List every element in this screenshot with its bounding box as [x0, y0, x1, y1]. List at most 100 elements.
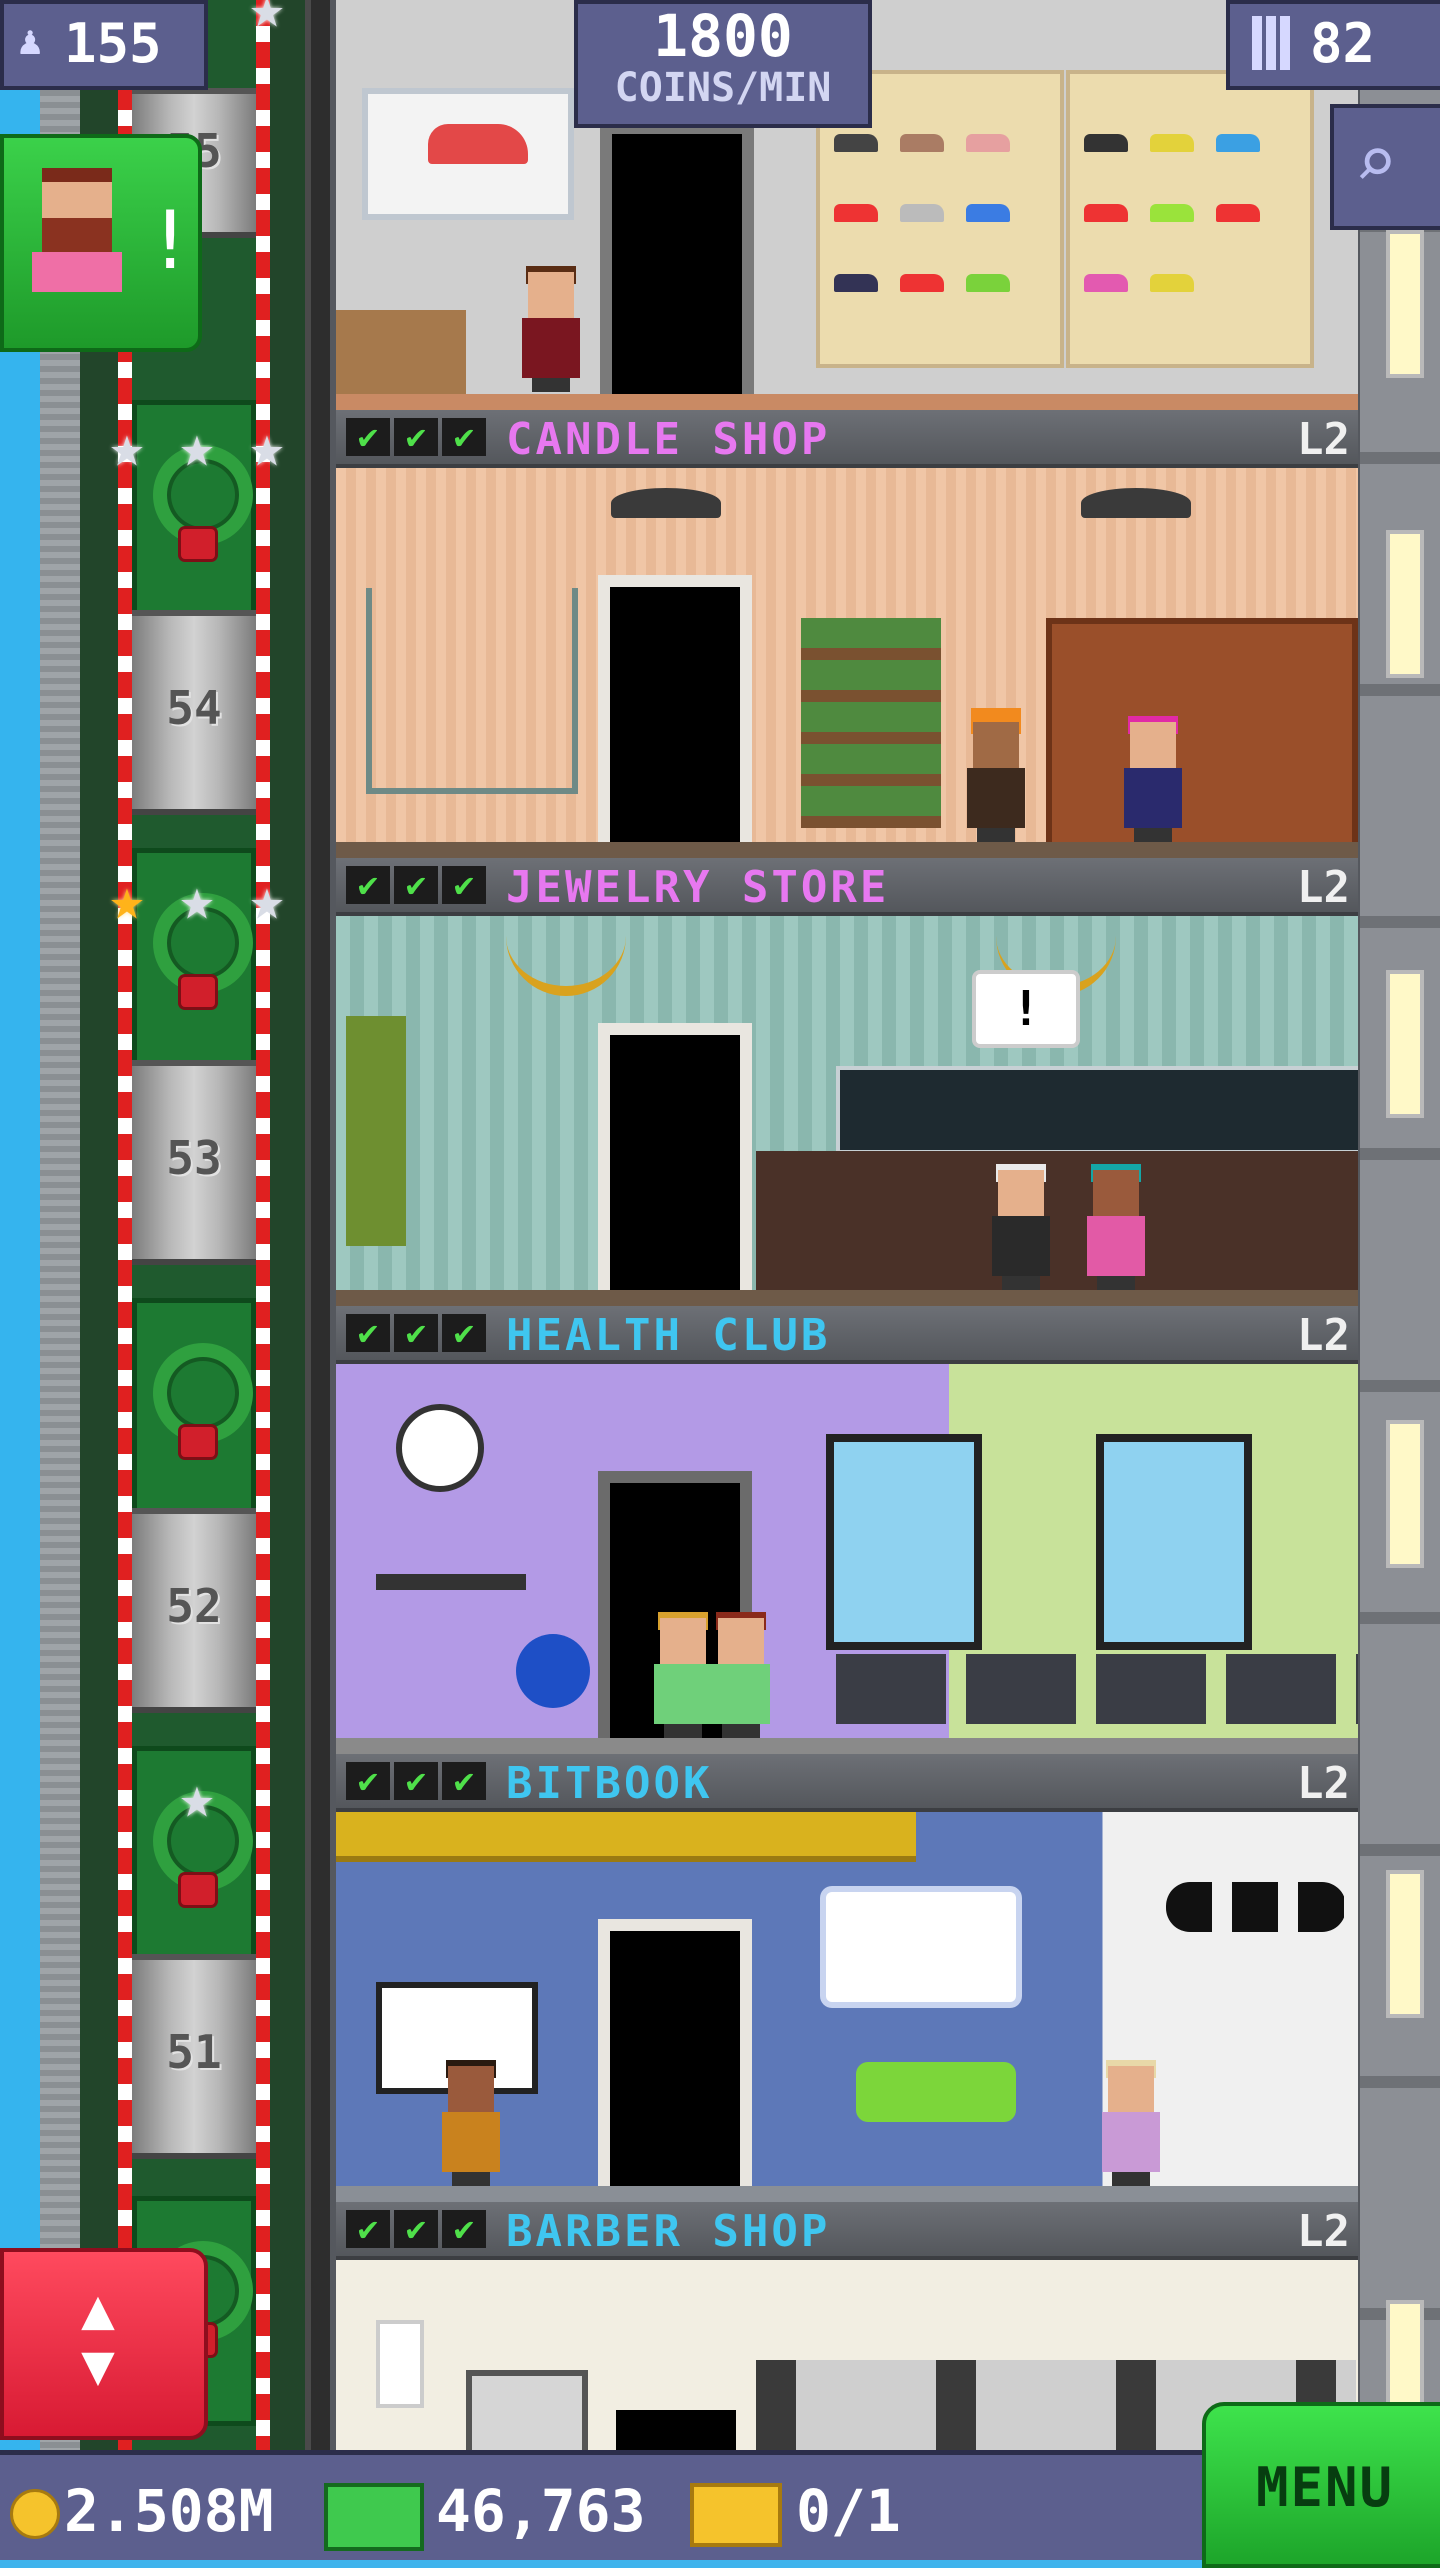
shoe-icon	[834, 204, 878, 222]
tower-window	[1386, 970, 1424, 1118]
bux-icon	[324, 2483, 424, 2551]
candy-cane-pole	[256, 0, 270, 2450]
shopper[interactable]	[1118, 716, 1188, 842]
shoe-icon	[1084, 204, 1128, 222]
visitor-avatar	[32, 168, 122, 292]
floor-level: L2	[1297, 414, 1350, 465]
floor-checks: ✔ ✔ ✔	[346, 418, 486, 456]
check-icon: ✔	[346, 1762, 390, 1800]
magnifier-icon: ⌕	[1354, 120, 1398, 204]
shop-employee[interactable]	[516, 266, 586, 392]
green-couch	[856, 2062, 1016, 2122]
wall-clocks	[1166, 1882, 1346, 1932]
floor-room[interactable]: !	[336, 916, 1358, 1306]
shoe-icon	[900, 204, 944, 222]
floor-name: JEWELRY STORE	[506, 862, 890, 913]
floor-number: 51	[166, 2025, 222, 2079]
shoe-icon	[834, 134, 878, 152]
floor-rating-stars: ★	[96, 1766, 306, 1836]
floor-health-club[interactable]: ✔ ✔ ✔ HEALTH CLUB L2	[336, 1306, 1358, 1754]
construction-worker[interactable]	[961, 708, 1031, 842]
floor-level: L2	[1297, 2206, 1350, 2257]
office-worker[interactable]	[436, 2060, 506, 2186]
floor-room[interactable]	[336, 1812, 1358, 2202]
floor-checks: ✔ ✔ ✔	[346, 1762, 486, 1800]
shoe-icon	[966, 134, 1010, 152]
shaft-floor-block[interactable]: 53	[132, 1060, 256, 1265]
star-icon: ★	[109, 412, 145, 480]
shoe-icon	[1084, 274, 1128, 292]
candy-cane-pole	[118, 0, 132, 2450]
coins-per-min-label: COINS/MIN	[614, 65, 832, 111]
check-icon: ✔	[346, 418, 390, 456]
floor-count-counter[interactable]: 82	[1226, 0, 1440, 90]
floor-bitbook[interactable]: ✔ ✔ ✔ BITBOOK L2	[336, 1754, 1358, 2202]
window	[826, 1434, 982, 1650]
check-icon: ✔	[346, 2210, 390, 2248]
ceiling-lamp	[611, 488, 721, 518]
floor-trim	[336, 394, 1358, 410]
population-counter[interactable]: ♟ 155	[0, 0, 208, 90]
floor-number: 52	[166, 1579, 222, 1633]
shaft-floor-block[interactable]: 52	[132, 1508, 256, 1713]
population-value: 155	[64, 12, 162, 75]
ceiling-lamp	[1081, 488, 1191, 518]
potted-plant	[346, 1016, 406, 1246]
bow-icon	[181, 977, 215, 1007]
shaft-floor-block[interactable]: 51	[132, 1954, 256, 2159]
floor-label-bar: ✔ ✔ ✔ CANDLE SHOP L2	[336, 410, 1358, 468]
star-icon: ★	[249, 865, 285, 933]
clock-icon	[396, 1404, 484, 1492]
tickets-value[interactable]: 0/1	[796, 2477, 901, 2545]
tower-window	[1386, 1870, 1424, 2018]
bow-icon	[181, 1875, 215, 1905]
check-icon: ✔	[346, 1314, 390, 1352]
alert-bubble[interactable]: !	[972, 970, 1080, 1048]
search-button[interactable]: ⌕	[1330, 104, 1440, 230]
star-icon: ★	[179, 865, 215, 933]
floor-label-bar: ✔ ✔ ✔ BARBER SHOP L2	[336, 2202, 1358, 2260]
floor-name: BARBER SHOP	[506, 2206, 831, 2257]
elevator-button[interactable]: ▲ ▼	[0, 2248, 208, 2440]
vip-customer[interactable]	[986, 1164, 1056, 1290]
bux-value[interactable]: 46,763	[436, 2477, 646, 2545]
shaft-floor-block[interactable]: 54	[132, 610, 256, 815]
bow-icon	[181, 529, 215, 559]
check-icon: ✔	[442, 866, 486, 904]
doorway	[616, 2410, 736, 2450]
office-worker[interactable]	[1096, 2060, 1166, 2186]
building-icon	[1252, 16, 1290, 70]
barbell	[376, 1574, 526, 1590]
menu-button[interactable]: MENU	[1202, 2402, 1440, 2568]
doorway	[598, 1023, 752, 1290]
floor-jewelry-store[interactable]: ✔ ✔ ✔ JEWELRY STORE L2 !	[336, 858, 1358, 1306]
visitor-notification-button[interactable]: !	[0, 134, 202, 352]
floor-number: 53	[166, 1131, 222, 1185]
shoe-icon	[834, 274, 878, 292]
jewelry-counter	[756, 1151, 1358, 1291]
floor-room[interactable]	[336, 468, 1358, 858]
shoe-icon	[900, 274, 944, 292]
check-icon: ✔	[394, 1314, 438, 1352]
person-icon: ♟	[18, 18, 43, 64]
jewelry-display-case	[836, 1066, 1358, 1154]
floor-candle-shop[interactable]: ✔ ✔ ✔ CANDLE SHOP L2	[336, 410, 1358, 858]
jeweler-employee[interactable]	[1081, 1164, 1151, 1290]
floor-rating-stars: ★ ★ ★	[96, 415, 306, 485]
floor-count-value: 82	[1310, 12, 1376, 75]
tower-window	[1386, 530, 1424, 678]
star-icon: ★	[179, 412, 215, 480]
shoe-icon	[900, 134, 944, 152]
coins-value[interactable]: 2.508M	[64, 2477, 274, 2545]
floor-room[interactable]	[336, 1364, 1358, 1754]
check-icon: ✔	[442, 1762, 486, 1800]
floor-label-bar: ✔ ✔ ✔ HEALTH CLUB L2	[336, 1306, 1358, 1364]
shaft-frame	[40, 0, 80, 2450]
floor-name: CANDLE SHOP	[506, 414, 831, 465]
floor-trim	[336, 1738, 1358, 1754]
chandelier	[506, 926, 626, 996]
floor-trim	[336, 1290, 1358, 1306]
gym-customer[interactable]	[706, 1612, 776, 1738]
floor-trim	[336, 2186, 1358, 2202]
shoe-icon	[1150, 274, 1194, 292]
